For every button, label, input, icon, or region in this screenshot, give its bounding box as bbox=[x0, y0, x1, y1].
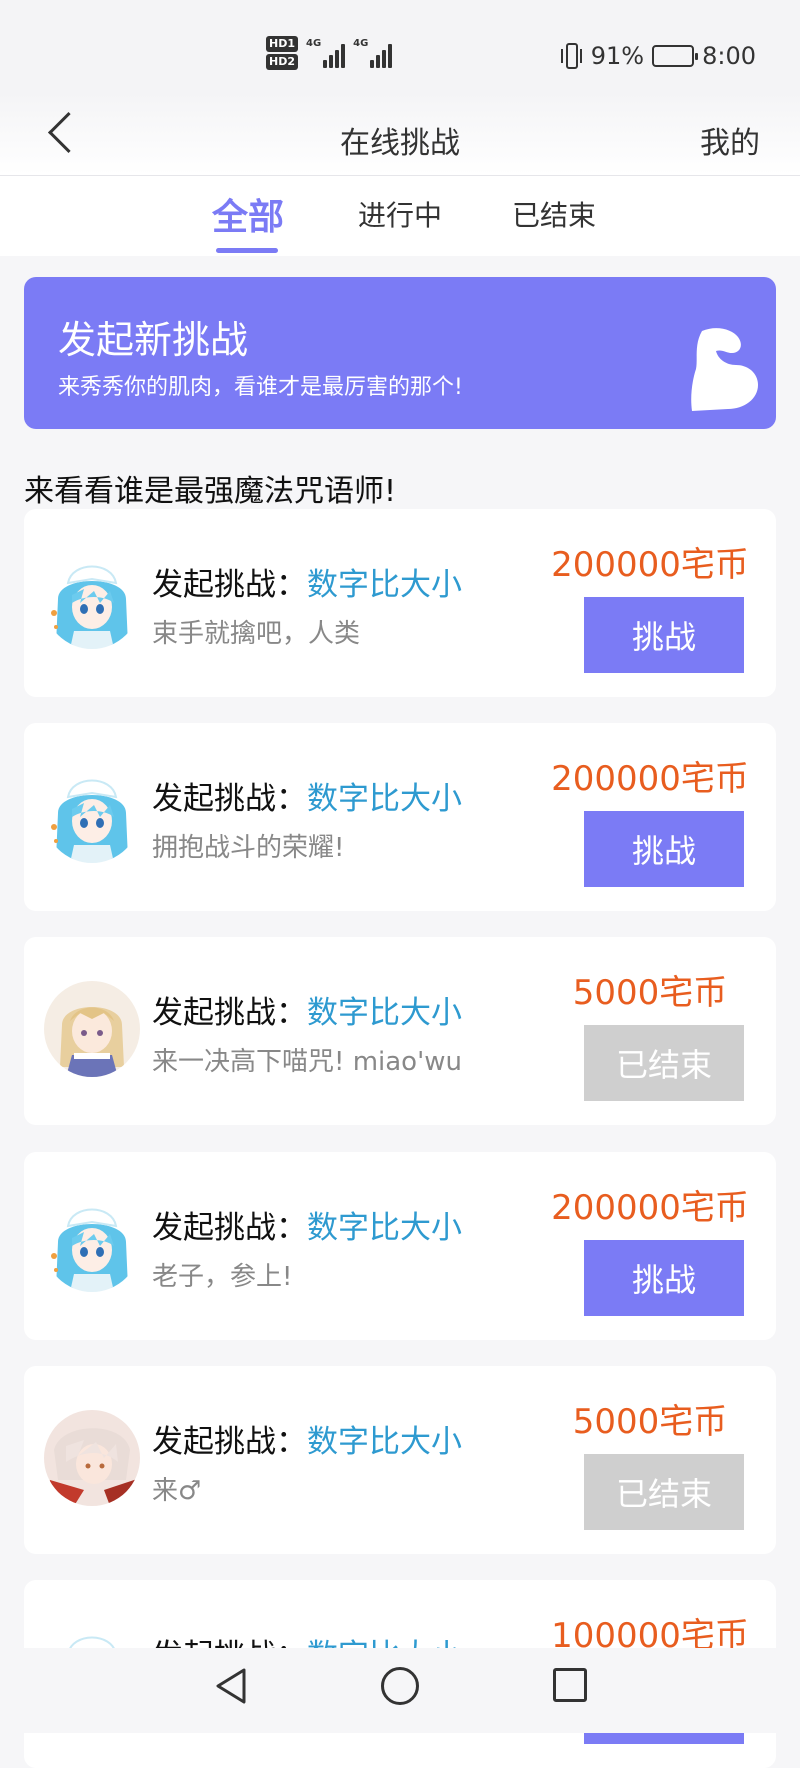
blue-hair-girl-avatar[interactable] bbox=[44, 1196, 140, 1292]
tab-all[interactable]: 全部 bbox=[212, 188, 284, 240]
challenge-game[interactable]: 数字比大小 bbox=[307, 1210, 462, 1246]
network-indicators: HD1 HD2 4G 4G bbox=[266, 36, 393, 70]
signal-2-label: 4G bbox=[353, 38, 369, 49]
banner-subtitle: 来秀秀你的肌肉，看谁才是最厉害的那个! bbox=[58, 375, 463, 400]
new-challenge-banner[interactable]: 发起新挑战 来秀秀你的肌肉，看谁才是最厉害的那个! bbox=[24, 277, 776, 429]
challenge-message: 老子，参上! bbox=[152, 1262, 293, 1292]
challenge-prefix: 发起挑战： bbox=[152, 1210, 307, 1246]
nav-bar: 在线挑战 我的 bbox=[0, 92, 800, 176]
challenge-card[interactable]: 发起挑战：数字比大小束手就擒吧，人类 200000宅币挑战 bbox=[24, 509, 776, 697]
signal-2-icon: 4G bbox=[353, 38, 393, 68]
mine-link[interactable]: 我的 bbox=[700, 118, 760, 162]
challenge-prefix: 发起挑战： bbox=[152, 995, 307, 1031]
challenge-game[interactable]: 数字比大小 bbox=[307, 567, 462, 603]
challenge-title: 发起挑战：数字比大小 bbox=[152, 559, 462, 604]
filter-tabs: 全部 进行中 已结束 bbox=[0, 176, 800, 256]
challenge-reward: 5000宅币 bbox=[572, 1402, 728, 1442]
hd1-badge: HD1 bbox=[266, 36, 298, 52]
tab-in-progress[interactable]: 进行中 bbox=[358, 194, 442, 234]
challenge-card[interactable]: 发起挑战：数字比大小 老子，参上! 200000宅币 挑战 bbox=[24, 1152, 776, 1340]
banner-title: 发起新挑战 bbox=[58, 318, 249, 362]
muscle-arm-icon bbox=[691, 328, 758, 411]
challenge-game[interactable]: 数字比大小 bbox=[307, 1424, 462, 1460]
nav-home-icon[interactable] bbox=[381, 1667, 419, 1705]
challenge-button[interactable]: 挑战 bbox=[584, 811, 744, 887]
challenge-reward: 200000宅币 bbox=[551, 1188, 749, 1228]
challenge-message: 来一决高下喵咒! miao'wu bbox=[152, 1047, 462, 1077]
page-title: 在线挑战 bbox=[340, 126, 460, 161]
hd2-badge: HD2 bbox=[266, 54, 298, 70]
ended-button: 已结束 bbox=[584, 1025, 744, 1101]
challenge-game[interactable]: 数字比大小 bbox=[307, 781, 462, 817]
battery-icon bbox=[652, 45, 699, 67]
nav-back-icon[interactable] bbox=[212, 1666, 250, 1706]
challenge-title: 发起挑战：数字比大小 bbox=[152, 1416, 462, 1461]
challenge-message: 拥抱战斗的荣耀! bbox=[152, 833, 345, 863]
challenge-message: 来♂ bbox=[152, 1476, 202, 1506]
blue-hair-girl-avatar[interactable] bbox=[44, 553, 140, 649]
white-hair-avatar[interactable] bbox=[44, 1410, 140, 1506]
blue-hair-girl-avatar[interactable] bbox=[44, 767, 140, 863]
challenge-reward: 200000宅币 bbox=[551, 759, 749, 799]
challenge-reward: 200000宅币 bbox=[551, 545, 749, 585]
active-tab-indicator bbox=[216, 248, 278, 253]
challenge-card[interactable]: 发起挑战：数字比大小来♂ 5000宅币已结束 bbox=[24, 1366, 776, 1554]
status-bar: HD1 HD2 4G 4G 91% 8:00 bbox=[0, 0, 800, 92]
tab-ended[interactable]: 已结束 bbox=[512, 194, 596, 234]
challenge-prefix: 发起挑战： bbox=[152, 1424, 307, 1460]
challenge-reward: 5000宅币 bbox=[572, 973, 728, 1013]
challenge-title: 发起挑战：数字比大小 bbox=[152, 987, 462, 1032]
signal-1-label: 4G bbox=[306, 38, 322, 49]
challenge-message: 束手就擒吧，人类 bbox=[152, 619, 361, 649]
challenge-button[interactable]: 挑战 bbox=[584, 1240, 744, 1316]
battery-percent: 91% bbox=[590, 42, 645, 70]
signal-1-icon: 4G bbox=[306, 38, 346, 68]
status-right: 91% 8:00 bbox=[560, 42, 756, 70]
blonde-girl-avatar[interactable] bbox=[44, 981, 140, 1077]
challenge-card[interactable]: 发起挑战：数字比大小拥抱战斗的荣耀! 200000宅币挑战 bbox=[24, 723, 776, 911]
system-nav-bar bbox=[0, 1648, 800, 1733]
clock: 8:00 bbox=[702, 42, 756, 70]
nav-recent-apps-icon[interactable] bbox=[553, 1668, 587, 1702]
vibrate-icon bbox=[560, 43, 583, 69]
challenge-button[interactable]: 挑战 bbox=[584, 597, 744, 673]
challenge-game[interactable]: 数字比大小 bbox=[307, 995, 462, 1031]
challenge-prefix: 发起挑战： bbox=[152, 567, 307, 603]
challenge-title: 发起挑战：数字比大小 bbox=[152, 1202, 462, 1247]
challenge-title: 发起挑战：数字比大小 bbox=[152, 773, 462, 818]
challenge-prefix: 发起挑战： bbox=[152, 781, 307, 817]
challenge-card[interactable]: 发起挑战：数字比大小来一决高下喵咒! miao'wu 5000宅币已结束 bbox=[24, 937, 776, 1125]
ended-button: 已结束 bbox=[584, 1454, 744, 1530]
section-title: 来看看谁是最强魔法咒语师! bbox=[24, 474, 397, 509]
